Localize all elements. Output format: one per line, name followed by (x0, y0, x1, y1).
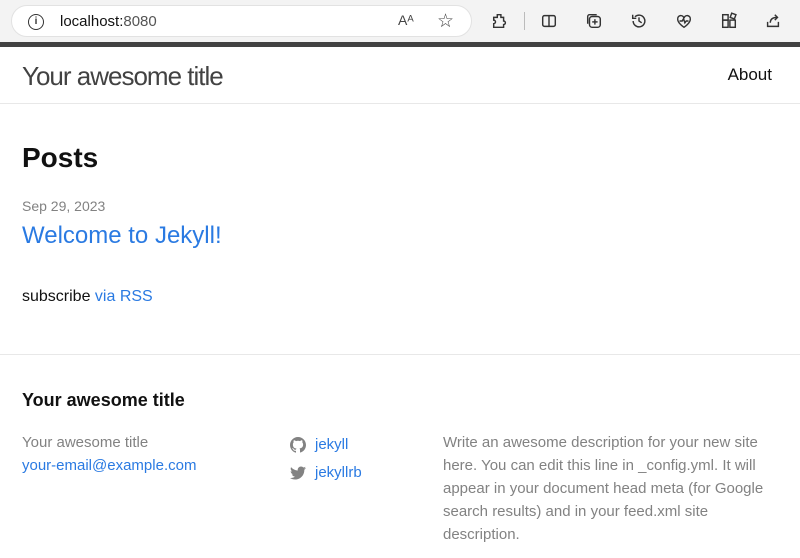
page-heading: Posts (22, 142, 99, 173)
performance-icon[interactable] (673, 10, 695, 32)
read-aloud-icon[interactable]: Aᴬ (398, 12, 414, 28)
history-icon[interactable] (628, 10, 650, 32)
site-footer: Your awesome title Your awesome title yo… (0, 354, 800, 558)
site-header: Your awesome title About (0, 47, 800, 104)
site-description: Write an awesome description for your ne… (443, 434, 764, 543)
browser-essentials-icon[interactable] (718, 10, 740, 32)
footer-contact: Your awesome title your-email@example.co… (22, 431, 196, 477)
footer-email-link[interactable]: your-email@example.com (22, 454, 196, 477)
twitter-icon (290, 466, 306, 480)
collections-icon[interactable] (583, 10, 605, 32)
site-title-link[interactable]: Your awesome title (22, 61, 224, 92)
nav-link-about[interactable]: About (728, 65, 772, 85)
footer-heading: Your awesome title (22, 390, 185, 410)
share-icon[interactable] (762, 10, 784, 32)
footer-social: jekyll jekyllrb (290, 431, 362, 487)
split-screen-icon[interactable] (538, 10, 560, 32)
rss-prefix: subscribe (22, 288, 95, 305)
url-text[interactable]: localhost:8080 (60, 13, 157, 30)
footer-site-name: Your awesome title (22, 434, 149, 451)
rss-subscribe: subscribe via RSS (22, 288, 153, 306)
info-icon[interactable]: i (28, 14, 44, 30)
favorite-star-icon[interactable]: ☆ (437, 10, 454, 33)
address-bar[interactable]: i localhost:8080 Aᴬ ☆ (11, 5, 472, 37)
post-date: Sep 29, 2023 (22, 198, 106, 214)
toolbar-divider (524, 12, 525, 30)
twitter-username[interactable]: jekyllrb (315, 459, 362, 487)
post-title-link[interactable]: Welcome to Jekyll! (22, 222, 222, 250)
github-username[interactable]: jekyll (315, 431, 348, 459)
extensions-icon[interactable] (489, 10, 511, 32)
browser-toolbar: i localhost:8080 Aᴬ ☆ (0, 0, 800, 42)
rss-link[interactable]: via RSS (95, 288, 153, 305)
github-icon (290, 437, 306, 453)
social-link-github[interactable]: jekyll (290, 431, 362, 459)
social-link-twitter[interactable]: jekyllrb (290, 459, 362, 487)
